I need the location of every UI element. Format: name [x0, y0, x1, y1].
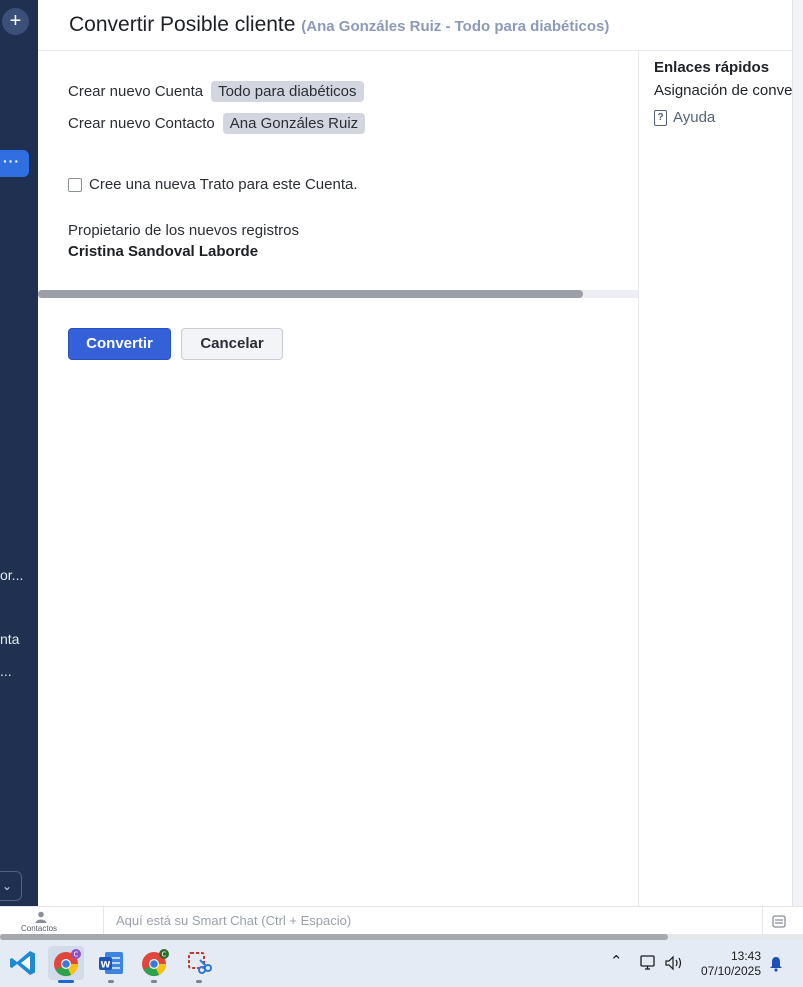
help-label[interactable]: Ayuda — [673, 109, 715, 126]
convert-button[interactable]: Convertir — [68, 328, 171, 360]
notification-bell-icon[interactable] — [768, 956, 784, 972]
contacts-button[interactable]: Contactos — [0, 907, 104, 935]
system-clock[interactable]: 13:43 07/10/2025 — [695, 949, 761, 979]
clock-time: 13:43 — [730, 949, 761, 963]
conversion-assignment-link[interactable]: Asignación de conver — [654, 82, 797, 99]
running-indicator — [108, 980, 114, 983]
windows-taskbar: C W C ⌃ 13:43 07/10/2025 — [0, 940, 803, 987]
volume-icon[interactable] — [664, 955, 684, 971]
scrollbar-thumb[interactable] — [38, 290, 583, 298]
page-subtitle: (Ana Gonzáles Ruiz - Todo para diabético… — [301, 18, 610, 35]
owner-name[interactable]: Cristina Sandoval Laborde — [68, 243, 258, 260]
create-account-row: Crear nuevo Cuenta Todo para diabéticos — [68, 81, 364, 102]
sidebar-item-label[interactable]: nta — [0, 631, 19, 647]
create-deal-row[interactable]: Cree una nueva Trato para este Cuenta. — [68, 176, 358, 193]
page-title-text: Convertir Posible cliente — [69, 13, 296, 36]
account-name-pill: Todo para diabéticos — [211, 81, 364, 102]
left-sidebar: + ··· or... nta ... ⌄ — [0, 0, 38, 906]
svg-text:C: C — [162, 951, 167, 959]
help-link[interactable]: ? Ayuda — [654, 109, 715, 126]
network-icon[interactable] — [640, 955, 658, 971]
chevron-down-icon[interactable]: ⌄ — [0, 871, 22, 901]
quick-links-panel: Enlaces rápidos Asignación de conver ? A… — [638, 51, 803, 906]
chrome-icon[interactable]: C — [139, 948, 169, 978]
owner-label: Propietario de los nuevos registros — [68, 222, 299, 239]
contact-name-pill: Ana Gonzáles Ruiz — [222, 113, 366, 134]
right-edge-panel — [792, 0, 803, 906]
contacts-label: Contactos — [21, 924, 58, 933]
horizontal-scrollbar[interactable] — [38, 290, 638, 298]
add-icon[interactable]: + — [2, 8, 29, 35]
running-indicator — [196, 980, 202, 983]
cancel-button[interactable]: Cancelar — [181, 328, 283, 360]
create-account-label: Crear nuevo Cuenta — [68, 83, 204, 100]
active-indicator — [58, 980, 74, 983]
running-indicator — [151, 980, 157, 983]
quick-links-title: Enlaces rápidos — [654, 59, 770, 76]
vscode-icon[interactable] — [8, 948, 38, 978]
create-deal-checkbox[interactable] — [68, 177, 82, 192]
sidebar-item-label[interactable]: or... — [0, 567, 23, 583]
more-options-button[interactable]: ··· — [0, 150, 29, 177]
page-title: Convertir Posible cliente (Ana Gonzáles … — [69, 13, 609, 37]
sidebar-item-label[interactable]: ... — [0, 663, 12, 679]
clock-date: 07/10/2025 — [700, 964, 761, 978]
chevron-up-icon[interactable]: ⌃ — [610, 952, 623, 970]
create-contact-label: Crear nuevo Contacto — [68, 115, 215, 132]
contacts-icon — [35, 911, 47, 923]
svg-text:W: W — [101, 961, 111, 971]
create-contact-row: Crear nuevo Contacto Ana Gonzáles Ruiz — [68, 113, 366, 134]
word-icon[interactable]: W — [96, 948, 126, 978]
chrome-icon[interactable]: C — [51, 948, 81, 978]
help-icon: ? — [654, 109, 667, 126]
chat-options-button[interactable] — [762, 907, 803, 935]
svg-text:C: C — [74, 951, 79, 959]
create-deal-label[interactable]: Cree una nueva Trato para este Cuenta. — [89, 176, 358, 193]
page-header: Convertir Posible cliente (Ana Gonzáles … — [38, 0, 803, 51]
smart-chat-bar: Contactos Aquí está su Smart Chat (Ctrl … — [0, 906, 803, 935]
smart-chat-input[interactable]: Aquí está su Smart Chat (Ctrl + Espacio) — [116, 913, 351, 928]
snipping-tool-icon[interactable] — [184, 948, 214, 978]
archive-icon — [772, 915, 786, 928]
